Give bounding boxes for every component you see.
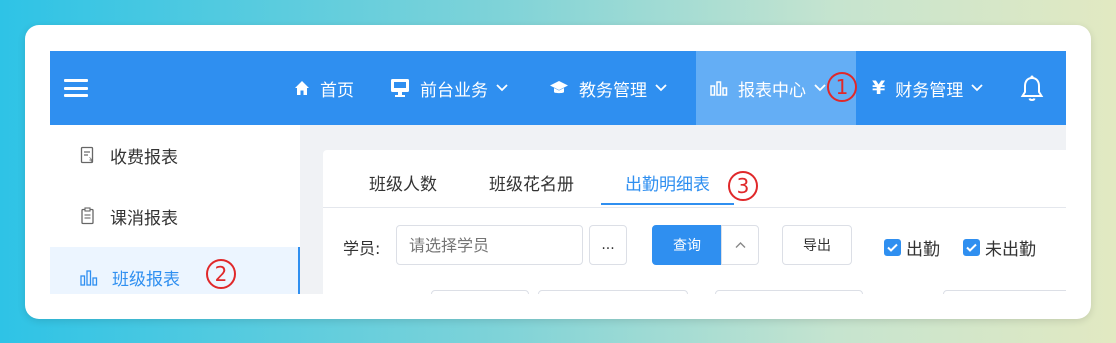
monitor-icon [390, 78, 410, 98]
absent-checkbox[interactable]: 未出勤 [963, 235, 1036, 260]
collapse-toggle-button[interactable] [721, 225, 759, 265]
nav-item-academic[interactable]: 教务管理 [549, 51, 667, 125]
export-button[interactable]: 导出 [782, 225, 852, 265]
checkbox-label: 出勤 [906, 240, 940, 260]
tab-attendance-detail[interactable]: 出勤明细表 [601, 170, 734, 205]
graduation-cap-icon [549, 80, 569, 96]
report-tabs: 班级人数 班级花名册 出勤明细表 3 [323, 150, 1066, 208]
nav-item-home[interactable]: 首页 [294, 51, 354, 125]
filter-field[interactable] [538, 290, 688, 294]
nav-item-label: 财务管理 [895, 80, 964, 101]
sidebar-item-label: 班级报表 [112, 269, 180, 290]
annotation-marker-2: 2 [206, 259, 236, 289]
yen-icon: ¥ [872, 77, 886, 99]
chevron-down-icon [655, 84, 667, 92]
chevron-up-icon [735, 237, 746, 253]
sidebar-item-fee-report[interactable]: ¥ 收费报表 [50, 125, 300, 185]
receipt-icon: ¥ [80, 146, 96, 164]
query-button[interactable]: 查询 [652, 225, 722, 265]
annotation-marker-3: 3 [728, 171, 758, 201]
select-student-button[interactable]: ... [589, 225, 627, 265]
menu-icon[interactable] [64, 79, 88, 97]
clipboard-icon [80, 207, 96, 225]
sidebar-item-label: 收费报表 [110, 147, 178, 168]
checkmark-icon [884, 239, 901, 256]
student-label: 学员: [343, 239, 381, 258]
chevron-down-icon [496, 84, 508, 92]
annotation-marker-1: 1 [827, 72, 857, 102]
student-input[interactable] [396, 225, 583, 265]
chevron-down-icon [971, 84, 983, 92]
filter-row: 学员: ... 查询 导出 出勤 [343, 225, 1066, 265]
sidebar-item-class-consumption[interactable]: 课消报表 [50, 186, 300, 246]
nav-item-label: 报表中心 [738, 80, 806, 101]
bell-icon[interactable] [1020, 75, 1044, 107]
svg-text:¥: ¥ [89, 156, 94, 164]
nav-item-finance[interactable]: ¥ 财务管理 [872, 51, 983, 125]
sidebar: ¥ 收费报表 课消报表 班级报表 2 [50, 125, 300, 294]
report-panel: 班级人数 班级花名册 出勤明细表 3 学员: ... 查询 导出 [323, 150, 1066, 294]
checkmark-icon [963, 239, 980, 256]
filter-field[interactable] [431, 290, 529, 294]
sidebar-item-class-report[interactable]: 班级报表 [50, 247, 300, 294]
home-icon [294, 80, 310, 96]
top-navbar: 首页 前台业务 教务管理 报表中心 1 ¥ 财务管理 [50, 51, 1066, 125]
nav-item-frontdesk[interactable]: 前台业务 [390, 51, 508, 125]
screenshot-card: 首页 前台业务 教务管理 报表中心 1 ¥ 财务管理 ¥ 收费报表 课消报表 班… [25, 25, 1091, 319]
filter-field[interactable] [943, 290, 1066, 294]
checkbox-label: 未出勤 [985, 240, 1036, 260]
bar-chart-icon [80, 268, 98, 286]
sidebar-item-label: 课消报表 [110, 208, 178, 229]
nav-item-label: 教务管理 [579, 80, 647, 101]
tab-class-roster[interactable]: 班级花名册 [489, 170, 574, 205]
nav-item-label: 前台业务 [420, 80, 488, 101]
nav-item-label: 首页 [320, 80, 354, 101]
bar-chart-icon [710, 80, 728, 96]
app-window: 首页 前台业务 教务管理 报表中心 1 ¥ 财务管理 ¥ 收费报表 课消报表 班… [50, 51, 1066, 294]
attended-checkbox[interactable]: 出勤 [884, 235, 940, 260]
chevron-down-icon [814, 84, 826, 92]
tab-class-headcount[interactable]: 班级人数 [369, 170, 437, 205]
filter-field[interactable] [715, 290, 863, 294]
